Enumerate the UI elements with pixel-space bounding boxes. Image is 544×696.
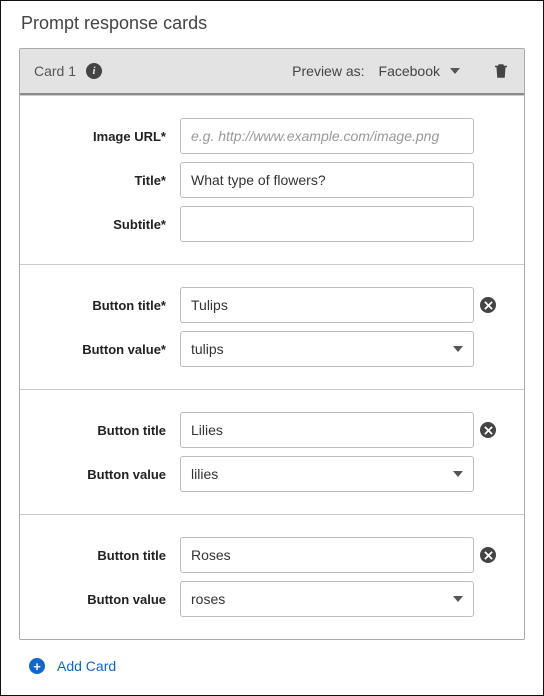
preview-as-label: Preview as:: [292, 63, 364, 79]
preview-as-select[interactable]: Facebook: [375, 61, 464, 81]
button-value-select[interactable]: lilies: [180, 456, 474, 492]
button-section: Button title Button value lilies: [20, 389, 524, 514]
preview-as-value: Facebook: [379, 63, 440, 79]
page-title: Prompt response cards: [21, 13, 525, 34]
image-url-label: Image URL*: [20, 129, 180, 144]
card-main-section: Image URL* Title* Subtitle*: [20, 95, 524, 264]
title-label: Title*: [20, 173, 180, 188]
button-value-text: tulips: [191, 341, 224, 357]
chevron-down-icon: [453, 471, 463, 477]
button-title-input[interactable]: [180, 287, 474, 323]
add-card-button[interactable]: + Add Card: [29, 658, 116, 674]
button-value-text: roses: [191, 591, 225, 607]
remove-button[interactable]: [480, 422, 496, 438]
chevron-down-icon: [453, 346, 463, 352]
button-value-label: Button value: [20, 467, 180, 482]
button-value-select[interactable]: tulips: [180, 331, 474, 367]
chevron-down-icon: [453, 596, 463, 602]
button-title-label: Button title: [20, 423, 180, 438]
button-title-label: Button title: [20, 548, 180, 563]
image-url-input[interactable]: [180, 118, 474, 154]
card-title: Card 1: [34, 63, 76, 79]
subtitle-label: Subtitle*: [20, 217, 180, 232]
subtitle-input[interactable]: [180, 206, 474, 242]
button-value-label: Button value*: [20, 342, 180, 357]
close-icon: [484, 551, 493, 560]
close-icon: [484, 301, 493, 310]
button-value-select[interactable]: roses: [180, 581, 474, 617]
button-section: Button title Button value roses: [20, 514, 524, 639]
button-value-label: Button value: [20, 592, 180, 607]
delete-card-button[interactable]: [492, 61, 510, 81]
info-icon[interactable]: i: [86, 63, 102, 79]
trash-icon: [492, 61, 510, 81]
button-title-input[interactable]: [180, 412, 474, 448]
add-card-label: Add Card: [57, 658, 116, 674]
button-section: Button title* Button value* tulips: [20, 264, 524, 389]
title-input[interactable]: [180, 162, 474, 198]
card-header: Card 1 i Preview as: Facebook: [20, 49, 524, 95]
chevron-down-icon: [450, 68, 460, 74]
close-icon: [484, 426, 493, 435]
button-title-input[interactable]: [180, 537, 474, 573]
plus-circle-icon: +: [29, 658, 45, 674]
button-title-label: Button title*: [20, 298, 180, 313]
response-card: Card 1 i Preview as: Facebook Image URL*: [19, 48, 525, 640]
button-value-text: lilies: [191, 466, 218, 482]
remove-button[interactable]: [480, 547, 496, 563]
remove-button[interactable]: [480, 297, 496, 313]
